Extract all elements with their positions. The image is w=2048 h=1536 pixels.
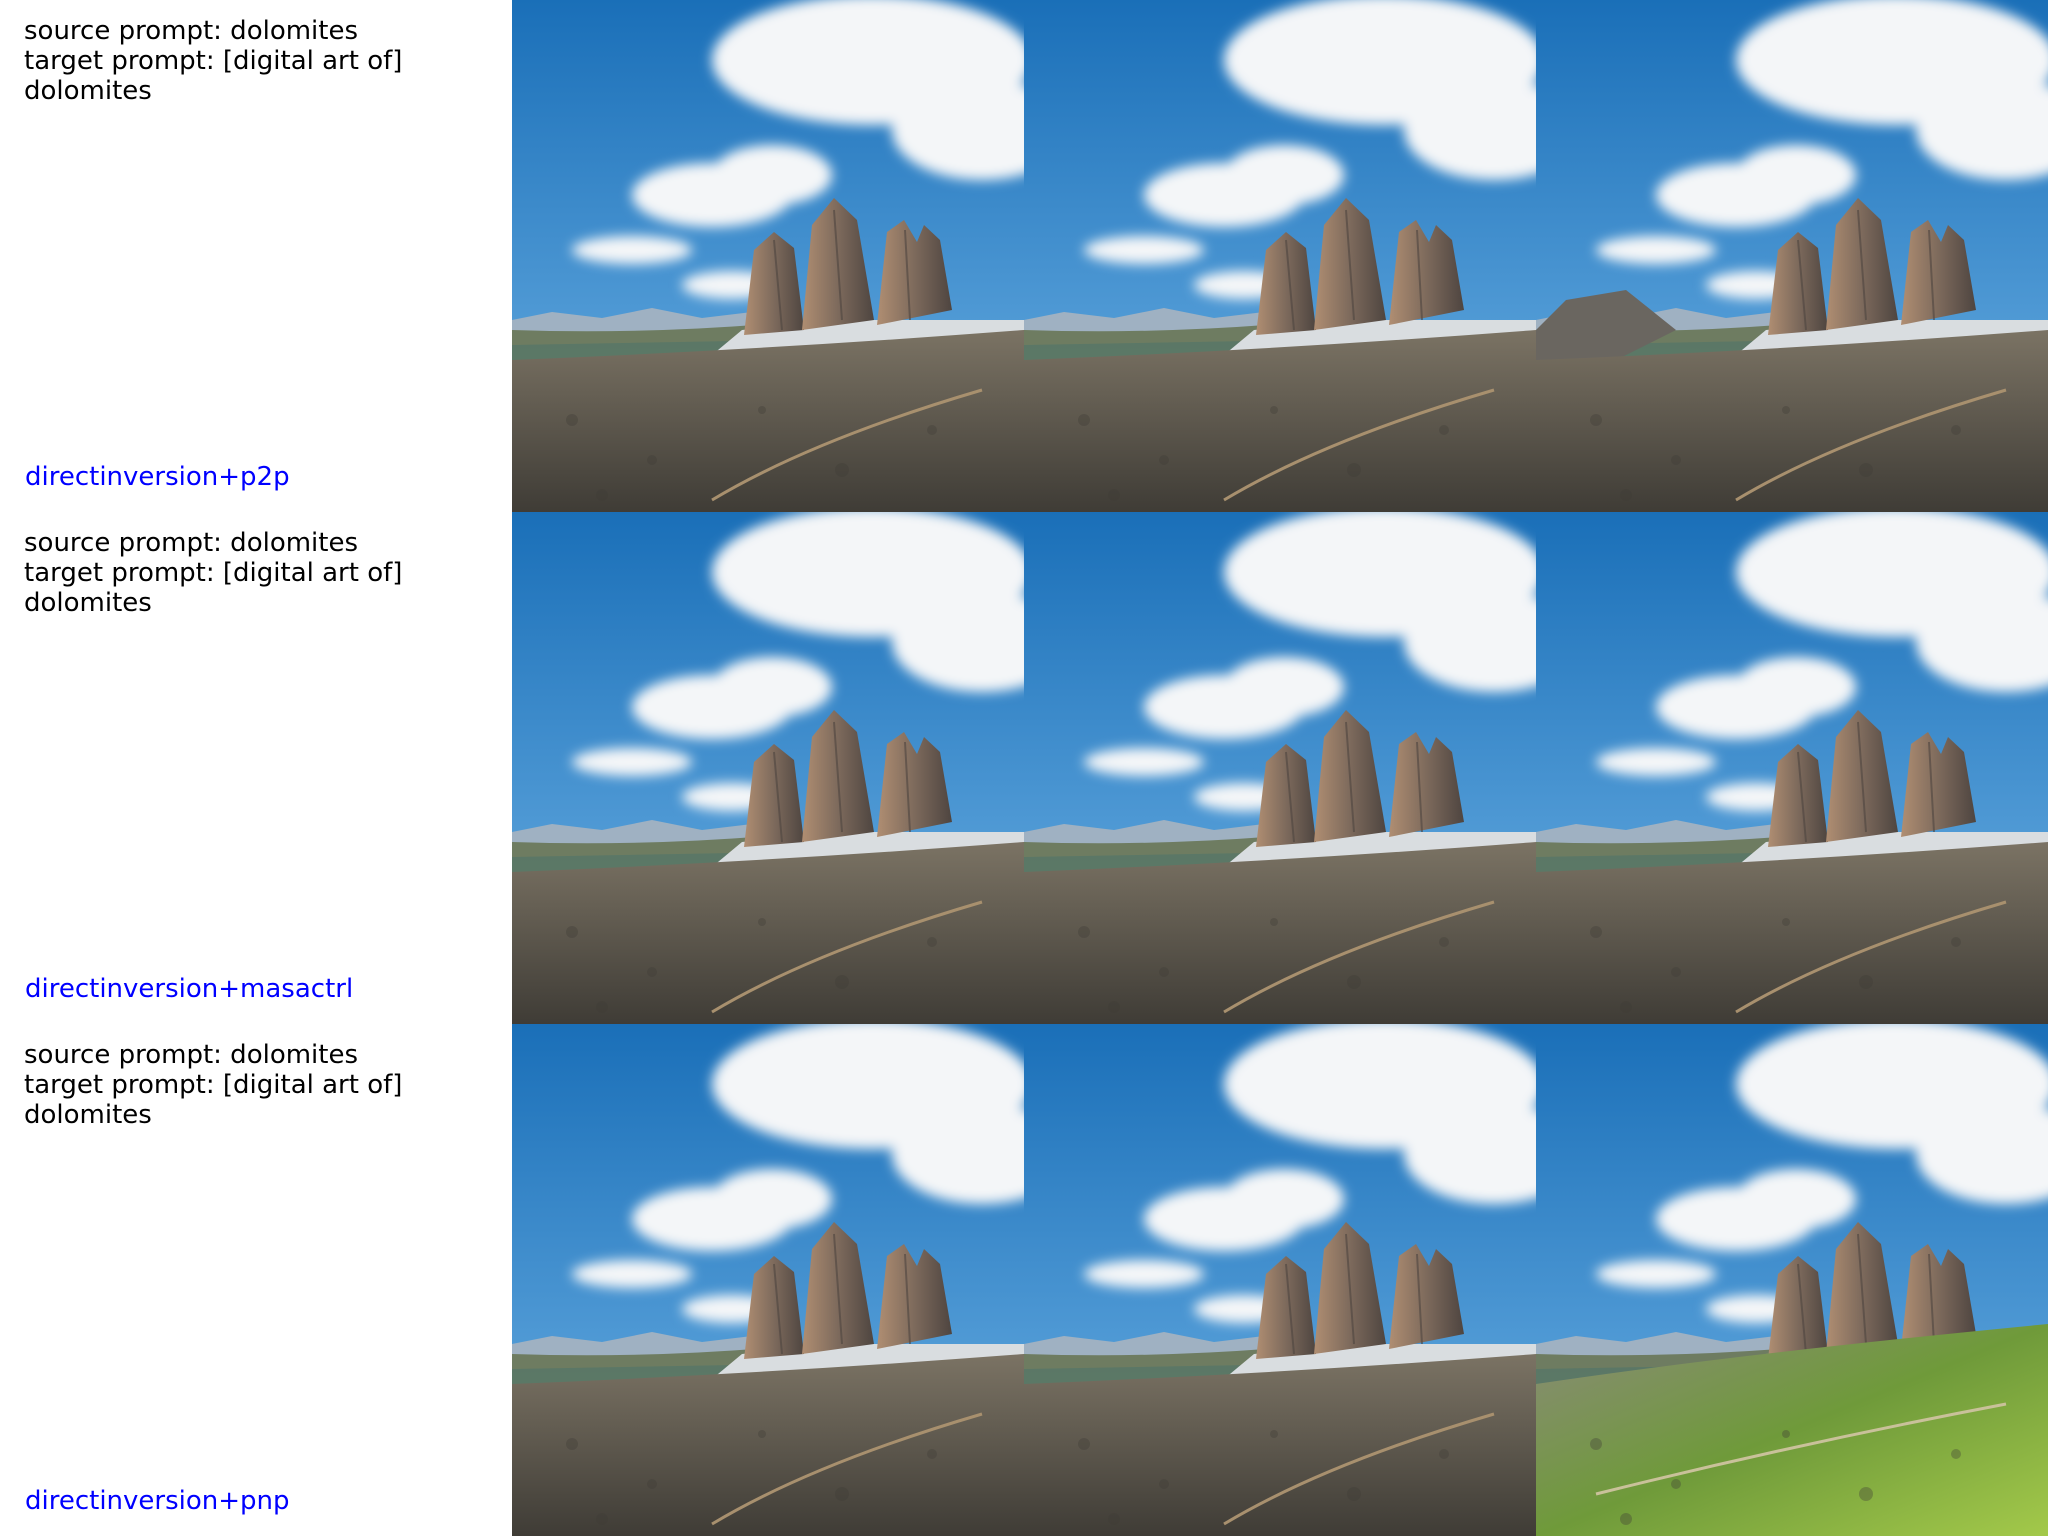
source-image xyxy=(512,512,1024,1024)
prompt-caption: source prompt: dolomites target prompt: … xyxy=(24,16,494,106)
method-label: directinversion+p2p xyxy=(25,462,290,492)
target-prompt-line: target prompt: [digital art of] xyxy=(24,1070,403,1100)
source-image xyxy=(512,1024,1024,1536)
result-row-p2p: source prompt: dolomites target prompt: … xyxy=(0,0,2048,512)
source-prompt-line: source prompt: dolomites xyxy=(24,1040,359,1070)
method-label: directinversion+masactrl xyxy=(25,974,354,1004)
reconstruction-image xyxy=(1024,1024,1536,1536)
reconstruction-image xyxy=(1024,0,1536,512)
target-prompt-line-cont: dolomites xyxy=(24,588,152,618)
source-prompt-line: source prompt: dolomites xyxy=(24,528,359,558)
result-row-pnp: source prompt: dolomites target prompt: … xyxy=(0,1024,2048,1536)
reconstruction-image xyxy=(1024,512,1536,1024)
edited-image xyxy=(1536,512,2048,1024)
prompt-caption: source prompt: dolomites target prompt: … xyxy=(24,528,494,618)
prompt-caption: source prompt: dolomites target prompt: … xyxy=(24,1040,494,1130)
source-prompt-line: source prompt: dolomites xyxy=(24,16,359,46)
edited-image xyxy=(1536,1024,2048,1536)
method-label: directinversion+pnp xyxy=(25,1486,290,1516)
source-image xyxy=(512,0,1024,512)
target-prompt-line-cont: dolomites xyxy=(24,1100,152,1130)
target-prompt-line: target prompt: [digital art of] xyxy=(24,46,403,76)
target-prompt-line: target prompt: [digital art of] xyxy=(24,558,403,588)
edited-image xyxy=(1536,0,2048,512)
result-row-masactrl: source prompt: dolomites target prompt: … xyxy=(0,512,2048,1024)
target-prompt-line-cont: dolomites xyxy=(24,76,152,106)
